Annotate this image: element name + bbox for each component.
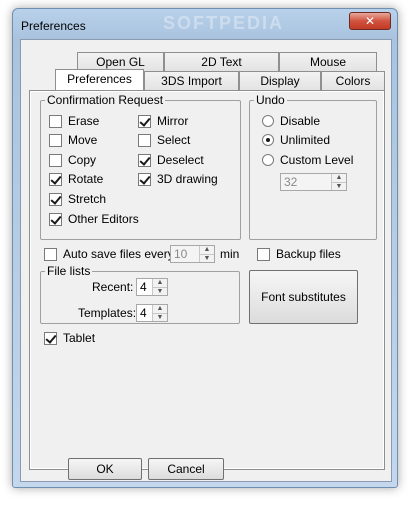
checkbox-box[interactable] xyxy=(49,153,62,167)
custom-level-value: 32 xyxy=(284,175,298,189)
radio-dot[interactable] xyxy=(262,115,274,127)
checkbox-box[interactable] xyxy=(49,212,62,226)
confirm-erase-checkbox[interactable]: Erase xyxy=(49,113,99,129)
checkbox-box[interactable] xyxy=(138,153,151,167)
preferences-window: Preferences SOFTPEDIA ✕ Open GL 2D Text … xyxy=(12,8,398,488)
checkbox-box[interactable] xyxy=(138,114,151,128)
autosave-interval-spinner[interactable]: 10 ▲ ▼ xyxy=(170,245,215,263)
checkbox-label: Stretch xyxy=(68,192,107,206)
file-lists-title: File lists xyxy=(45,264,93,278)
checkbox-label: Deselect xyxy=(157,153,204,167)
checkbox-box[interactable] xyxy=(49,172,62,186)
checkbox-box[interactable] xyxy=(44,331,57,345)
radio-dot[interactable] xyxy=(262,134,274,146)
up-arrow-icon[interactable]: ▲ xyxy=(153,279,167,287)
confirm-mirror-checkbox[interactable]: Mirror xyxy=(138,113,188,129)
checkbox-label: Move xyxy=(68,133,98,147)
confirm-other-editors-checkbox[interactable]: Other Editors xyxy=(49,211,139,227)
tab-preferences[interactable]: Preferences xyxy=(55,69,144,90)
undo-unlimited-radio[interactable]: Unlimited xyxy=(262,132,330,148)
recent-spinner[interactable]: 4 ▲ ▼ xyxy=(136,278,168,296)
window-title: Preferences xyxy=(21,19,86,33)
down-arrow-icon[interactable]: ▼ xyxy=(200,253,214,262)
radio-label: Custom Level xyxy=(280,153,354,167)
radio-label: Disable xyxy=(280,114,321,128)
checkbox-box[interactable] xyxy=(49,114,62,128)
up-arrow-icon[interactable]: ▲ xyxy=(200,246,214,254)
confirm-deselect-checkbox[interactable]: Deselect xyxy=(138,152,204,168)
up-arrow-icon[interactable]: ▲ xyxy=(332,174,346,182)
preferences-tab-panel: Confirmation Request Erase Move Copy Rot… xyxy=(29,90,385,480)
checkbox-box[interactable] xyxy=(49,192,62,206)
autosave-checkbox[interactable]: Auto save files every xyxy=(44,246,174,262)
file-lists-group: File lists Recent: 4 ▲ ▼ Templates: 4 ▲ ▼ xyxy=(40,264,240,324)
confirm-copy-checkbox[interactable]: Copy xyxy=(49,152,96,168)
spinner-arrows[interactable]: ▲ ▼ xyxy=(199,246,214,262)
confirm-rotate-checkbox[interactable]: Rotate xyxy=(49,171,103,187)
checkbox-label: Copy xyxy=(68,153,97,167)
confirm-3d-drawing-checkbox[interactable]: 3D drawing xyxy=(138,171,218,187)
up-arrow-icon[interactable]: ▲ xyxy=(153,305,167,313)
confirmation-request-group: Confirmation Request Erase Move Copy Rot… xyxy=(40,93,241,240)
recent-value: 4 xyxy=(140,280,147,294)
font-substitutes-button[interactable]: Font substitutes xyxy=(249,270,358,324)
undo-disable-radio[interactable]: Disable xyxy=(262,113,320,129)
custom-level-spinner[interactable]: 32 ▲ ▼ xyxy=(280,173,347,191)
backup-files-label: Backup files xyxy=(276,247,341,261)
checkbox-label: Rotate xyxy=(68,172,104,186)
checkbox-box[interactable] xyxy=(138,133,151,147)
cancel-button[interactable]: Cancel xyxy=(148,458,224,480)
checkbox-label: 3D drawing xyxy=(157,172,218,186)
checkbox-label: Other Editors xyxy=(68,212,139,226)
templates-label: Templates: xyxy=(78,306,137,320)
confirm-stretch-checkbox[interactable]: Stretch xyxy=(49,191,106,207)
tablet-checkbox[interactable]: Tablet xyxy=(44,330,95,346)
spinner-arrows[interactable]: ▲ ▼ xyxy=(152,279,167,295)
ok-button[interactable]: OK xyxy=(68,458,142,480)
down-arrow-icon[interactable]: ▼ xyxy=(153,312,167,321)
undo-group: Undo Disable Unlimited Custom Level 32 ▲… xyxy=(249,93,377,240)
close-button[interactable]: ✕ xyxy=(349,12,391,30)
tablet-label: Tablet xyxy=(63,331,96,345)
checkbox-label: Mirror xyxy=(157,114,189,128)
checkbox-box[interactable] xyxy=(257,247,270,261)
recent-label: Recent: xyxy=(92,280,134,294)
backup-files-checkbox[interactable]: Backup files xyxy=(257,246,341,262)
templates-spinner[interactable]: 4 ▲ ▼ xyxy=(136,304,168,322)
checkbox-box[interactable] xyxy=(49,133,62,147)
checkbox-label: Select xyxy=(157,133,191,147)
tab-2d-text[interactable]: 2D Text xyxy=(164,52,279,71)
title-bar[interactable]: Preferences SOFTPEDIA ✕ xyxy=(13,9,397,39)
autosave-interval-value: 10 xyxy=(174,247,188,261)
radio-dot[interactable] xyxy=(262,154,274,166)
radio-label: Unlimited xyxy=(280,133,331,147)
spinner-arrows[interactable]: ▲ ▼ xyxy=(331,174,346,190)
autosave-unit: min xyxy=(220,247,240,261)
down-arrow-icon[interactable]: ▼ xyxy=(332,181,346,190)
confirmation-request-title: Confirmation Request xyxy=(45,93,166,107)
checkbox-box[interactable] xyxy=(138,172,151,186)
checkbox-box[interactable] xyxy=(44,247,57,261)
dialog-client-area: Open GL 2D Text Mouse Preferences 3DS Im… xyxy=(20,39,392,482)
softpedia-watermark: SOFTPEDIA xyxy=(163,13,285,33)
tab-colors[interactable]: Colors xyxy=(321,71,385,90)
spinner-arrows[interactable]: ▲ ▼ xyxy=(152,305,167,321)
templates-value: 4 xyxy=(140,306,147,320)
tab-mouse[interactable]: Mouse xyxy=(279,52,377,71)
undo-title: Undo xyxy=(254,93,287,107)
confirm-move-checkbox[interactable]: Move xyxy=(49,132,97,148)
down-arrow-icon[interactable]: ▼ xyxy=(153,286,167,295)
checkbox-label: Erase xyxy=(68,114,100,128)
tab-display[interactable]: Display xyxy=(239,71,321,90)
autosave-label: Auto save files every xyxy=(63,247,174,261)
confirm-select-checkbox[interactable]: Select xyxy=(138,132,190,148)
undo-custom-level-radio[interactable]: Custom Level xyxy=(262,152,353,168)
tab-3ds-import[interactable]: 3DS Import xyxy=(144,71,239,90)
